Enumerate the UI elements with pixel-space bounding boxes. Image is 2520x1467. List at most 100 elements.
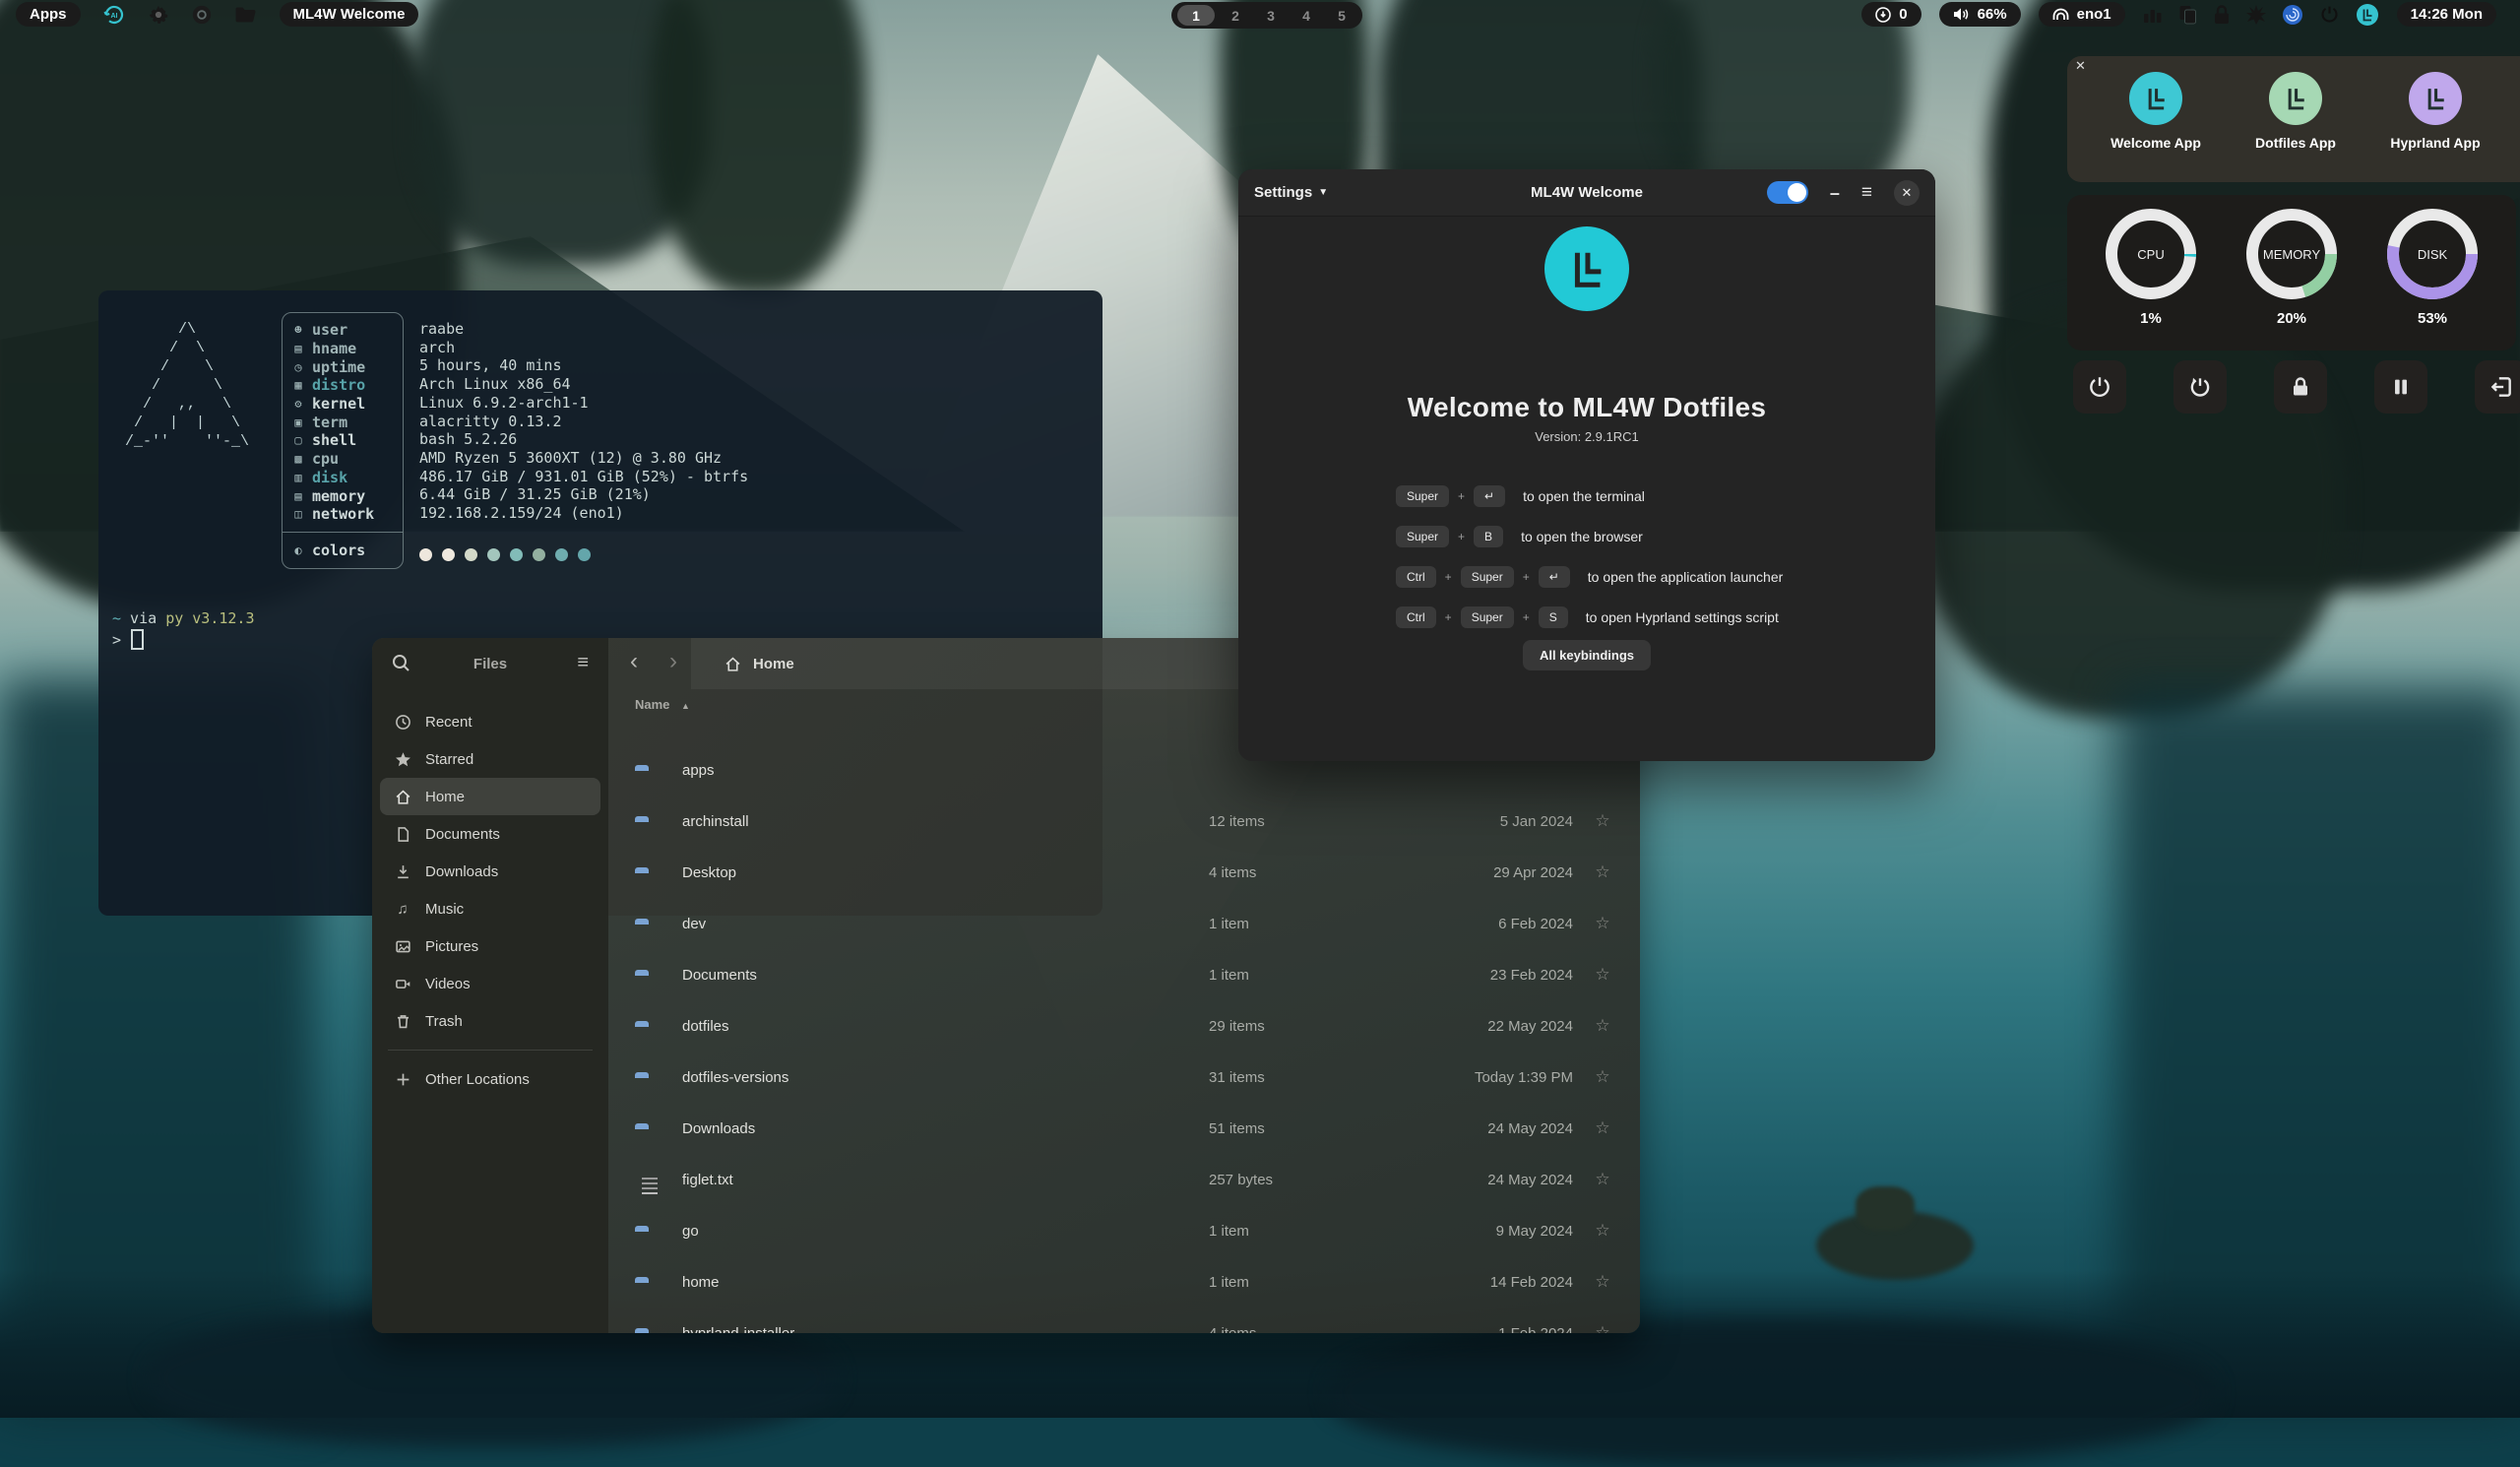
star-toggle-icon[interactable]: ☆ (1573, 862, 1632, 882)
file-row[interactable]: Downloads51 items24 May 2024☆ (616, 1105, 1632, 1152)
sidebar-item-videos[interactable]: Videos (380, 965, 600, 1002)
return-key: ↵ (1474, 485, 1505, 507)
focused-window-title[interactable]: ML4W Welcome (280, 2, 419, 27)
logout-button[interactable] (2475, 360, 2520, 414)
video-camera-icon (394, 976, 411, 992)
sidebar-item-pictures[interactable]: Pictures (380, 927, 600, 965)
gear-icon[interactable] (148, 4, 169, 26)
autostart-toggle[interactable] (1767, 181, 1808, 204)
clock-module[interactable]: 14:26 Mon (2397, 2, 2496, 27)
suspend-button[interactable] (2374, 360, 2427, 414)
menu-icon[interactable]: ≡ (1861, 182, 1872, 204)
ai-update-icon[interactable]: AI (102, 3, 126, 27)
network-module[interactable]: eno1 (2039, 2, 2125, 27)
chrome-icon[interactable] (191, 4, 213, 26)
home-icon (394, 789, 411, 805)
dotfiles-app-launcher[interactable]: Dotfiles App (2236, 72, 2355, 151)
close-icon[interactable]: ✕ (2075, 58, 2086, 74)
download-icon (394, 863, 411, 880)
shell-icon: ▢ (290, 433, 306, 447)
forward-button[interactable]: › (669, 650, 677, 673)
apps-menu-button[interactable]: Apps (16, 2, 81, 27)
settings-circle-icon[interactable] (2282, 4, 2303, 26)
user-icon: ☻ (290, 323, 306, 337)
star-toggle-icon[interactable]: ☆ (1573, 811, 1632, 831)
star-toggle-icon[interactable]: ☆ (1573, 1221, 1632, 1241)
speaker-icon (1953, 7, 1970, 22)
welcome-titlebar: Settings ▼ ML4W Welcome – ≡ ✕ (1238, 169, 1935, 217)
workspace-3[interactable]: 3 (1256, 5, 1286, 26)
status-bar: Apps AI ML4W Welcome 1 2 3 4 5 0 6 (0, 0, 2520, 30)
updates-module[interactable]: 0 (1861, 2, 1921, 27)
star-toggle-icon[interactable]: ☆ (1573, 914, 1632, 933)
file-row[interactable]: go1 item9 May 2024☆ (616, 1207, 1632, 1254)
burst-icon[interactable] (2246, 5, 2266, 25)
sidebar-item-trash[interactable]: Trash (380, 1002, 600, 1040)
panel-system-monitors: CPU 1% MEMORY 20% DISK 53% (2067, 195, 2516, 351)
workspace-4[interactable]: 4 (1292, 5, 1321, 26)
ml4w-welcome-window[interactable]: Settings ▼ ML4W Welcome – ≡ ✕ Welcome to… (1238, 169, 1935, 761)
sidebar-item-home[interactable]: Home (380, 778, 600, 815)
column-header-name[interactable]: Name ▲ (635, 697, 690, 712)
ml4w-logo (1544, 226, 1629, 311)
panel-power-actions (2073, 360, 2520, 415)
files-app-title: Files (372, 656, 608, 672)
file-row[interactable]: archinstall12 items5 Jan 2024☆ (616, 797, 1632, 845)
memory-icon: ▤ (290, 489, 306, 503)
welcome-app-launcher[interactable]: Welcome App (2097, 72, 2215, 151)
workspace-5[interactable]: 5 (1327, 5, 1356, 26)
stats-icon[interactable] (2143, 6, 2163, 24)
star-toggle-icon[interactable]: ☆ (1573, 1118, 1632, 1138)
chevron-down-icon: ▼ (1318, 187, 1328, 198)
back-button[interactable]: ‹ (630, 650, 638, 673)
settings-menu-button[interactable]: Settings ▼ (1254, 184, 1328, 201)
file-row[interactable]: home1 item14 Feb 2024☆ (616, 1258, 1632, 1306)
close-button[interactable]: ✕ (1894, 180, 1920, 206)
hyprland-app-icon (2409, 72, 2462, 125)
workspace-2[interactable]: 2 (1221, 5, 1250, 26)
ml4w-logo-icon[interactable] (2356, 3, 2379, 27)
folder-icon[interactable] (234, 5, 258, 25)
sidebar-item-downloads[interactable]: Downloads (380, 853, 600, 890)
volume-module[interactable]: 66% (1939, 2, 2021, 27)
star-toggle-icon[interactable]: ☆ (1573, 1170, 1632, 1189)
star-toggle-icon[interactable]: ☆ (1573, 1067, 1632, 1087)
sidebar-item-documents[interactable]: Documents (380, 815, 600, 853)
svg-text:DISK: DISK (2418, 247, 2448, 262)
file-row[interactable]: dotfiles-versions31 itemsToday 1:39 PM☆ (616, 1053, 1632, 1101)
cpu-percent: 1% (2097, 310, 2205, 327)
power-icon[interactable] (2319, 4, 2340, 25)
file-row[interactable]: dotfiles29 items22 May 2024☆ (616, 1002, 1632, 1050)
pause-icon (2390, 376, 2412, 398)
star-toggle-icon[interactable]: ☆ (1573, 1323, 1632, 1333)
shell-status-line: ~ via py v3.12.3 (112, 609, 255, 627)
minimize-button[interactable]: – (1830, 188, 1840, 198)
shell-prompt[interactable]: > (112, 629, 144, 650)
file-row[interactable]: figlet.txt257 bytes24 May 2024☆ (616, 1156, 1632, 1203)
star-toggle-icon[interactable]: ☆ (1573, 965, 1632, 985)
lock-button[interactable] (2274, 360, 2327, 414)
sidebar-item-other-locations[interactable]: Other Locations (380, 1060, 600, 1098)
file-row[interactable]: Documents1 item23 Feb 2024☆ (616, 951, 1632, 998)
welcome-app-icon (2129, 72, 2182, 125)
workspace-1[interactable]: 1 (1177, 5, 1215, 26)
clipboard-icon[interactable] (2178, 5, 2197, 25)
file-row[interactable]: dev1 item6 Feb 2024☆ (616, 900, 1632, 947)
sidebar-item-starred[interactable]: Starred (380, 740, 600, 778)
lock-icon[interactable] (2213, 5, 2231, 25)
sidebar-item-music[interactable]: ♫ Music (380, 890, 600, 927)
dotfiles-app-icon (2269, 72, 2322, 125)
files-sidebar: Files ≡ Recent Starred Home Documents Do… (372, 638, 608, 1333)
all-keybindings-button[interactable]: All keybindings (1523, 640, 1651, 670)
star-toggle-icon[interactable]: ☆ (1573, 1272, 1632, 1292)
sidebar-item-recent[interactable]: Recent (380, 703, 600, 740)
shutdown-button[interactable] (2073, 360, 2126, 414)
file-row[interactable]: hyprland-installer4 items1 Feb 2024☆ (616, 1309, 1632, 1333)
hyprland-app-launcher[interactable]: Hyprland App (2376, 72, 2494, 151)
reboot-button[interactable] (2174, 360, 2227, 414)
menu-icon[interactable]: ≡ (577, 653, 589, 672)
star-toggle-icon[interactable]: ☆ (1573, 1016, 1632, 1036)
svg-text:AI: AI (110, 13, 117, 20)
music-note-icon: ♫ (394, 901, 411, 918)
file-row[interactable]: Desktop4 items29 Apr 2024☆ (616, 849, 1632, 896)
